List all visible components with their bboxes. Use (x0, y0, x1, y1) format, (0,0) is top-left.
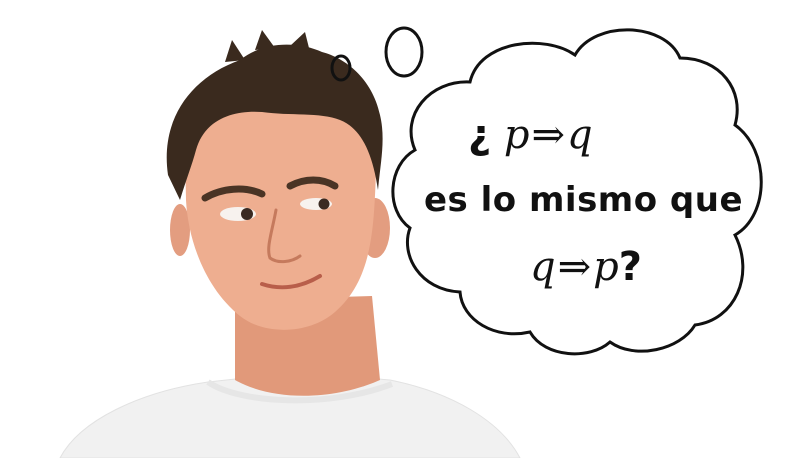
hair-spike-2 (255, 30, 275, 50)
hair-spike-1 (225, 40, 245, 62)
bubble-line-1: ¿ p⇒q (468, 112, 593, 158)
var-q: q (567, 112, 593, 158)
right-iris (318, 198, 330, 210)
scene: ¿ p⇒q es lo mismo que q⇒p? (0, 0, 800, 458)
left-ear (170, 204, 190, 256)
var-p-2: p (593, 244, 619, 290)
open-question-mark: ¿ (468, 112, 492, 158)
bubble-line-3: q⇒p? (530, 244, 642, 290)
bubble-line-2: es lo mismo que (424, 180, 744, 220)
implies-arrow-2: ⇒ (557, 244, 592, 290)
var-p: p (503, 112, 530, 158)
thought-dot-medium (384, 26, 424, 78)
illustration (59, 26, 763, 458)
var-q-2: q (530, 244, 556, 290)
implies-arrow: ⇒ (531, 112, 566, 158)
left-iris (241, 208, 253, 220)
close-question-mark: ? (618, 244, 642, 290)
